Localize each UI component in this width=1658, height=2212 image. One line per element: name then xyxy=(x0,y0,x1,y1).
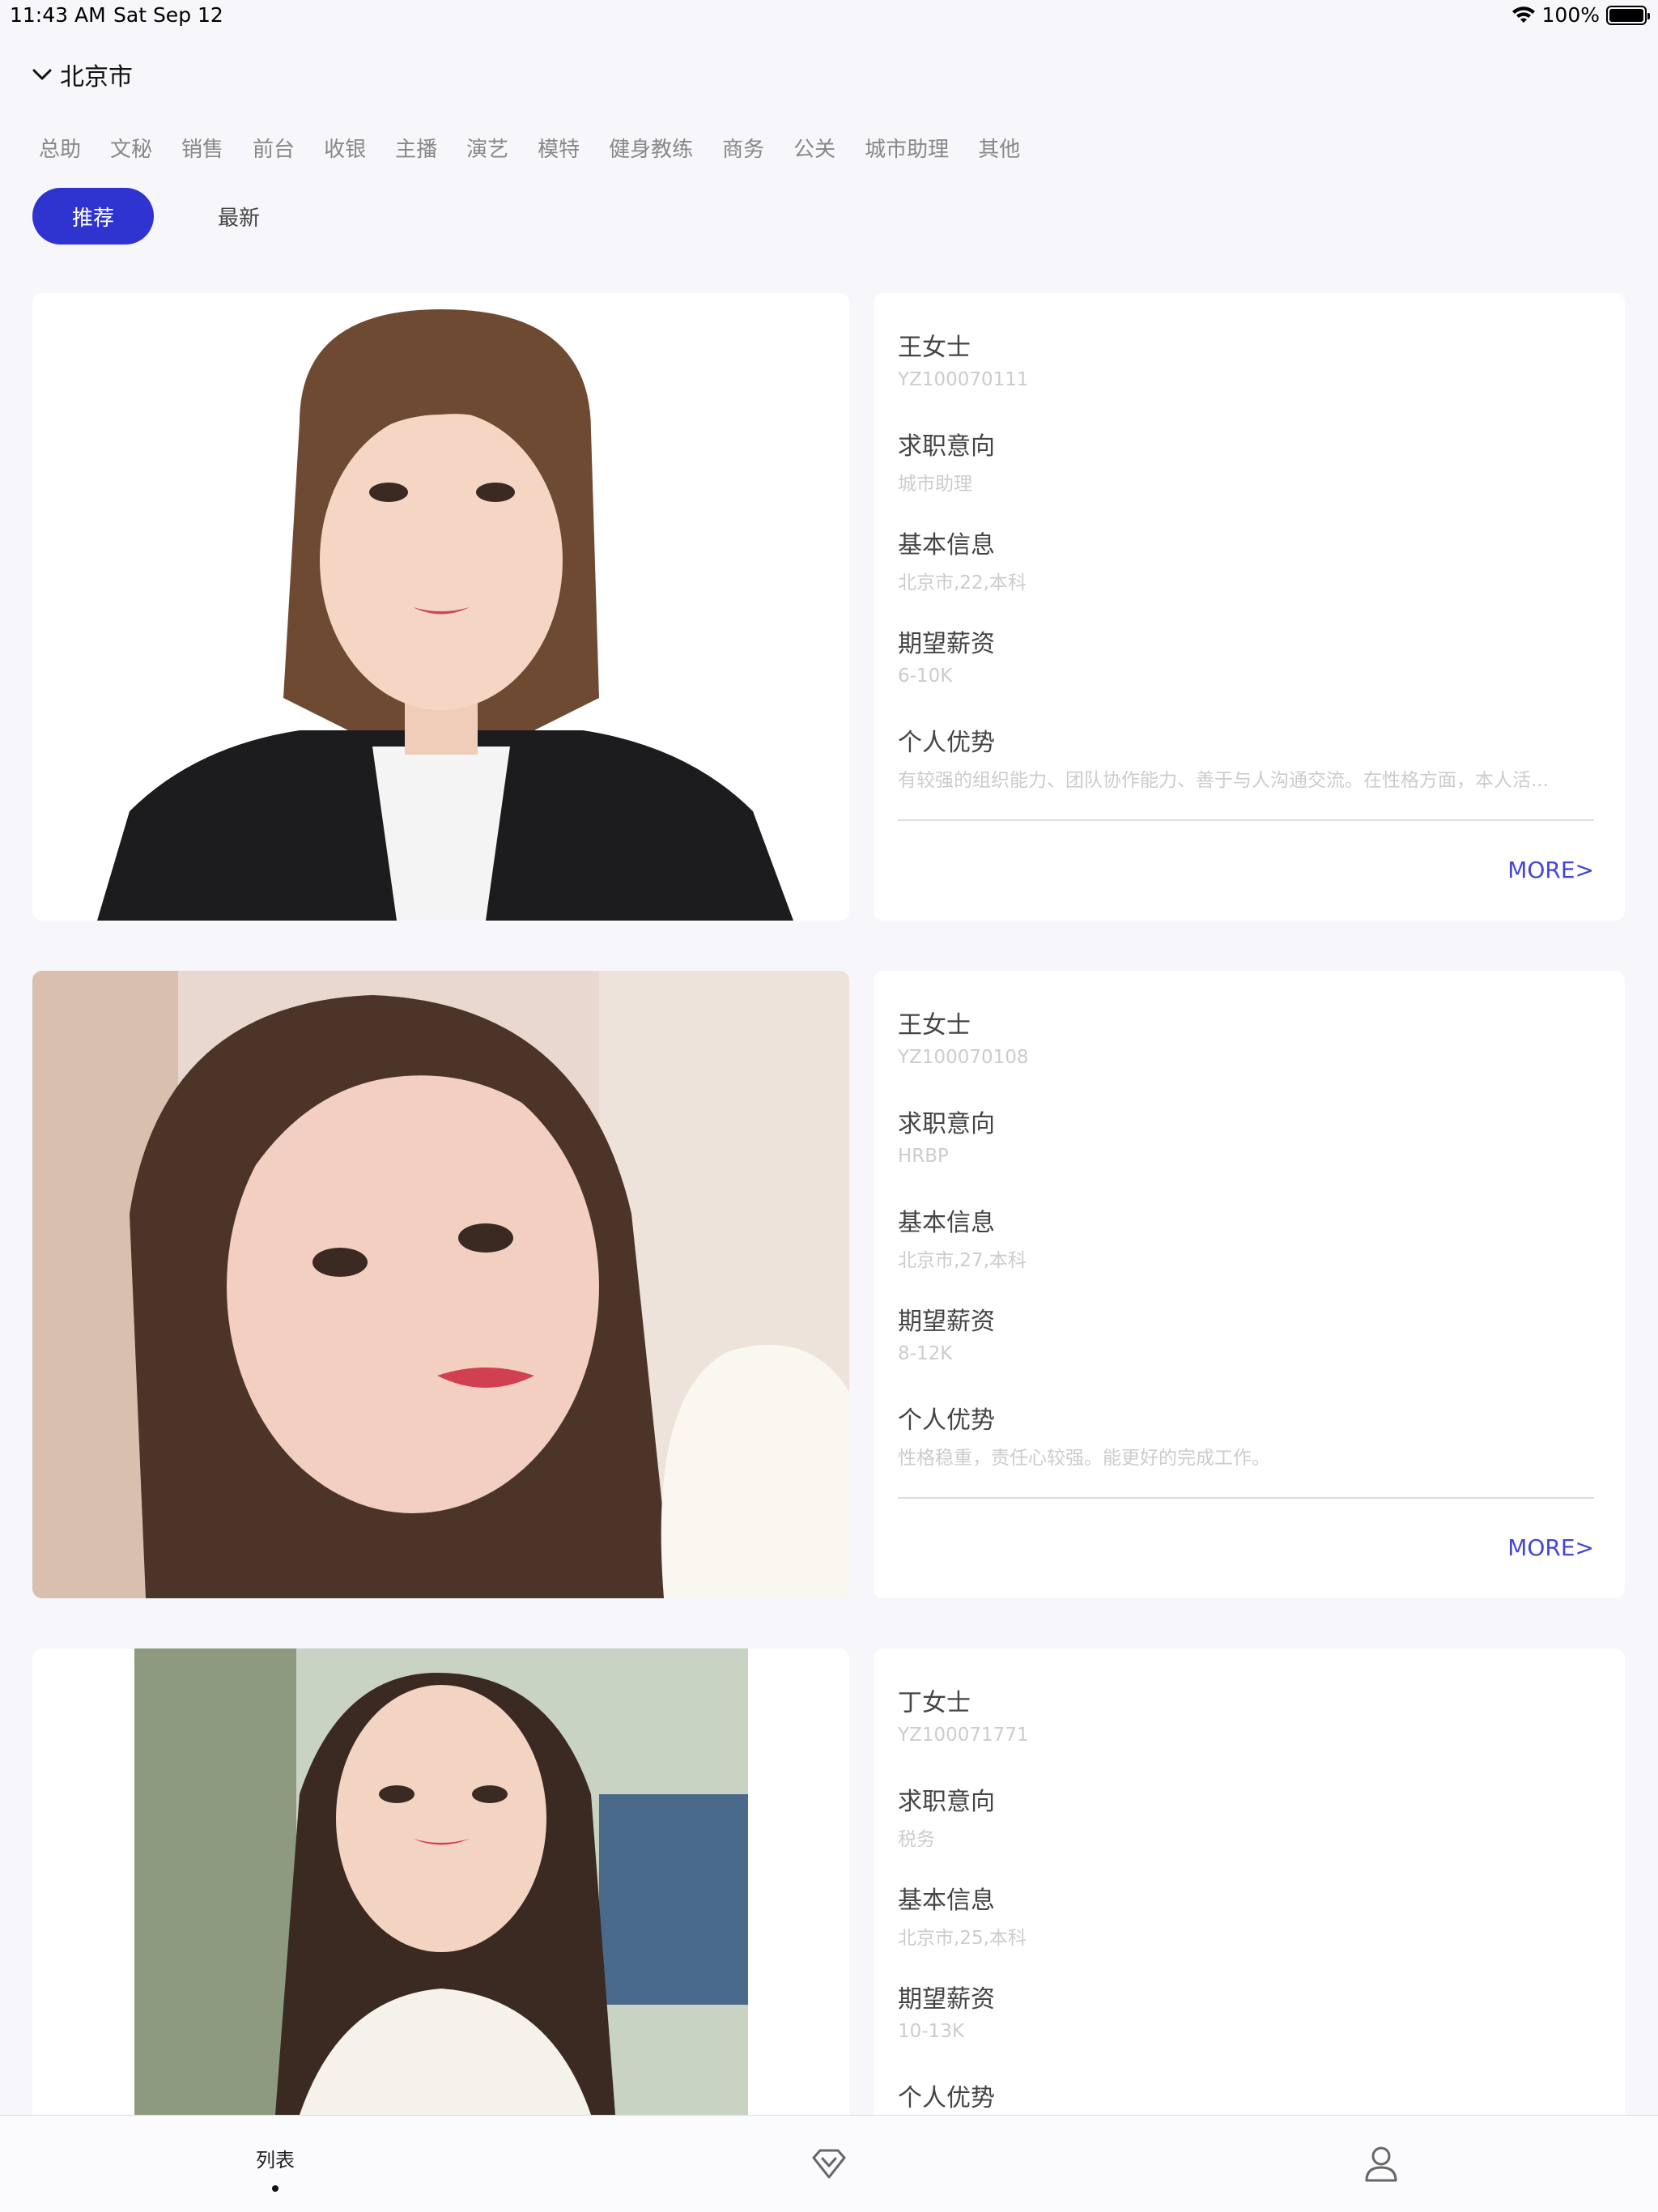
candidate-info-card[interactable]: 王女士 YZ100070111 求职意向 城市助理 基本信息 北京市,22,本科… xyxy=(874,293,1625,921)
salary-label: 期望薪资 xyxy=(898,1985,995,2014)
basic-info-label: 基本信息 xyxy=(898,1209,995,1237)
basic-info-value: 北京市,25,本科 xyxy=(898,1928,1027,1949)
advantage-label: 个人优势 xyxy=(898,729,995,757)
salary-label: 期望薪资 xyxy=(898,1308,995,1336)
salary-value: 8-12K xyxy=(898,1343,953,1364)
candidate-name: 王女士 xyxy=(898,334,971,362)
category-tab[interactable]: 总助 xyxy=(39,133,81,163)
intent-value: 税务 xyxy=(898,1829,935,1850)
category-tabs: 总助 文秘 销售 前台 收银 主播 演艺 模特 健身教练 商务 公关 城市助理 … xyxy=(39,133,1020,163)
candidate-id: YZ100070111 xyxy=(898,369,1029,390)
diamond-icon xyxy=(812,2149,846,2179)
category-tab[interactable]: 商务 xyxy=(722,133,764,163)
category-tab[interactable]: 模特 xyxy=(538,133,580,163)
salary-value: 6-10K xyxy=(898,666,953,687)
status-date: Sat Sep 12 xyxy=(113,3,223,27)
user-icon xyxy=(1365,2146,1397,2182)
category-tab[interactable]: 健身教练 xyxy=(609,133,693,163)
salary-label: 期望薪资 xyxy=(898,630,995,658)
city-label: 北京市 xyxy=(60,63,133,91)
category-tab[interactable]: 销售 xyxy=(181,133,223,163)
candidate-id: YZ100071771 xyxy=(898,1725,1029,1746)
divider xyxy=(898,819,1594,821)
advantage-label: 个人优势 xyxy=(898,1406,995,1435)
city-selector[interactable]: 北京市 xyxy=(31,57,133,92)
category-tab[interactable]: 城市助理 xyxy=(865,133,949,163)
advantage-label: 个人优势 xyxy=(898,2084,995,2112)
tab-list[interactable]: 列表 xyxy=(194,2116,356,2212)
portrait-image xyxy=(32,293,849,921)
status-bar: 11:43 AM Sat Sep 12 100% xyxy=(0,0,1658,34)
intent-label: 求职意向 xyxy=(898,432,995,461)
sort-latest-button[interactable]: 最新 xyxy=(178,188,300,245)
category-tab[interactable]: 公关 xyxy=(793,133,835,163)
tab-profile[interactable] xyxy=(1300,2116,1462,2212)
active-indicator xyxy=(272,2184,278,2192)
bottom-tab-bar: 列表 xyxy=(0,2115,1658,2212)
category-tab[interactable]: 其他 xyxy=(978,133,1020,163)
intent-value: 城市助理 xyxy=(898,474,972,495)
intent-value: HRBP xyxy=(898,1146,949,1167)
chevron-down-icon xyxy=(32,69,52,80)
candidate-photo[interactable] xyxy=(32,971,849,1598)
intent-label: 求职意向 xyxy=(898,1788,995,1816)
basic-info-label: 基本信息 xyxy=(898,1887,995,1915)
sort-recommended-button[interactable]: 推荐 xyxy=(32,188,154,245)
portrait-image xyxy=(32,971,849,1598)
candidate-photo[interactable] xyxy=(32,293,849,921)
tab-vip[interactable] xyxy=(748,2116,910,2212)
advantage-value: 性格稳重，责任心较强。能更好的完成工作。 xyxy=(898,1448,1270,1469)
advantage-value: 有较强的组织能力、团队协作能力、善于与人沟通交流。在性格方面，本人活... xyxy=(898,770,1549,791)
tab-list-label: 列表 xyxy=(256,2148,295,2172)
battery-percent: 100% xyxy=(1541,3,1600,27)
basic-info-label: 基本信息 xyxy=(898,531,995,559)
candidate-id: YZ100070108 xyxy=(898,1047,1029,1068)
sort-toggle: 推荐 最新 xyxy=(32,188,300,245)
category-tab[interactable]: 收银 xyxy=(324,133,366,163)
category-tab[interactable]: 文秘 xyxy=(110,133,152,163)
category-tab[interactable]: 主播 xyxy=(395,133,437,163)
divider xyxy=(898,1497,1594,1499)
more-link[interactable]: MORE> xyxy=(1507,857,1594,883)
salary-value: 10-13K xyxy=(898,2021,964,2042)
basic-info-value: 北京市,22,本科 xyxy=(898,572,1027,593)
status-indicators: 100% xyxy=(1511,3,1650,27)
category-tab[interactable]: 前台 xyxy=(253,133,295,163)
category-tab[interactable]: 演艺 xyxy=(466,133,508,163)
battery-icon xyxy=(1606,5,1650,25)
candidate-name: 王女士 xyxy=(898,1011,971,1040)
more-link[interactable]: MORE> xyxy=(1507,1534,1594,1561)
intent-label: 求职意向 xyxy=(898,1110,995,1138)
status-time: 11:43 AM xyxy=(10,3,106,27)
candidate-info-card[interactable]: 王女士 YZ100070108 求职意向 HRBP 基本信息 北京市,27,本科… xyxy=(874,971,1625,1598)
wifi-icon xyxy=(1511,6,1535,23)
basic-info-value: 北京市,27,本科 xyxy=(898,1250,1027,1271)
candidate-name: 丁女士 xyxy=(898,1689,971,1717)
